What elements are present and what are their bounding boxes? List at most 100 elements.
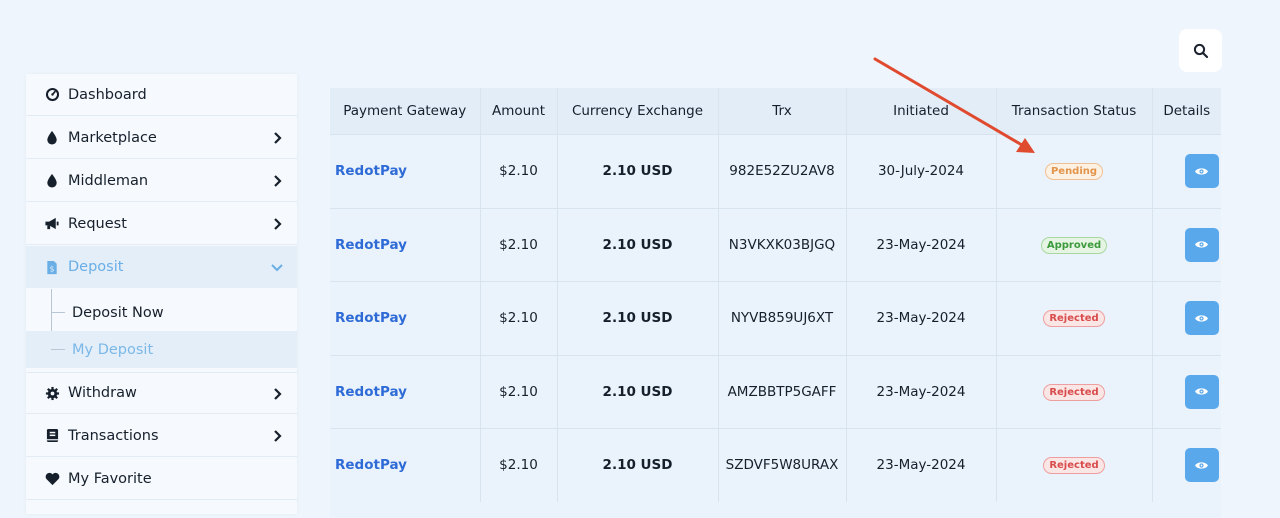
sidebar-item-deposit[interactable]: $ Deposit <box>26 246 297 288</box>
initiated-cell: 23-May-2024 <box>846 354 997 429</box>
chevron-right-icon <box>274 430 282 442</box>
view-details-button[interactable] <box>1184 154 1219 189</box>
eye-icon <box>1195 168 1209 175</box>
submenu-item-deposit-now[interactable]: Deposit Now <box>26 294 297 331</box>
initiated-cell: 23-May-2024 <box>846 207 997 282</box>
column-header: Currency Exchange <box>557 88 719 135</box>
megaphone-icon <box>44 216 60 232</box>
column-header: Payment Gateway <box>330 88 481 135</box>
sidebar-item-label: My Favorite <box>68 470 152 487</box>
sidebar-item-label: Request <box>68 215 127 232</box>
initiated-cell: 30-July-2024 <box>846 134 997 208</box>
trx-cell: NYVB859UJ6XT <box>718 281 847 355</box>
view-details-button[interactable] <box>1184 301 1219 336</box>
trx-cell: N3VKXK03BJGQ <box>718 207 847 282</box>
table-row: RedotPay $2.10 2.10 USD SZDVF5W8URAX 23-… <box>330 428 1221 502</box>
submenu-item-label: Deposit Now <box>72 304 164 321</box>
svg-text:$: $ <box>50 264 55 273</box>
view-details-button[interactable] <box>1184 227 1219 262</box>
deposits-table-container: Payment Gateway Amount Currency Exchange… <box>330 88 1221 518</box>
sidebar-item-my-favorite[interactable]: My Favorite <box>26 458 297 500</box>
amount-cell: $2.10 <box>480 281 558 355</box>
details-cell <box>1152 428 1221 502</box>
exchange-cell: 2.10 USD <box>557 428 719 502</box>
sidebar-item-request[interactable]: Request <box>26 203 297 245</box>
sidebar-item-middleman[interactable]: Middleman <box>26 160 297 202</box>
eye-icon <box>1195 241 1209 248</box>
trx-cell: AMZBBTP5GAFF <box>718 354 847 429</box>
table-row: RedotPay $2.10 2.10 USD AMZBBTP5GAFF 23-… <box>330 354 1221 429</box>
status-cell: Rejected <box>996 428 1153 502</box>
amount-cell: $2.10 <box>480 354 558 429</box>
column-header: Transaction Status <box>996 88 1153 135</box>
drop-icon <box>44 173 60 189</box>
sidebar-item-transactions[interactable]: Transactions <box>26 415 297 457</box>
column-header: Initiated <box>846 88 997 135</box>
sidebar-item-label: Withdraw <box>68 385 137 401</box>
exchange-cell: 2.10 USD <box>557 207 719 282</box>
sidebar-item-label: Deposit <box>68 259 124 275</box>
sidebar-item-withdraw[interactable]: Withdraw <box>26 372 297 414</box>
gateway-link[interactable]: RedotPay <box>330 354 481 429</box>
gateway-link[interactable]: RedotPay <box>330 207 481 282</box>
eye-icon <box>1195 388 1209 395</box>
initiated-cell: 23-May-2024 <box>846 428 997 502</box>
chevron-right-icon <box>274 388 282 400</box>
gateway-link[interactable]: RedotPay <box>330 428 481 502</box>
submenu-item-label: My Deposit <box>72 341 154 358</box>
details-cell <box>1152 207 1221 282</box>
chevron-right-icon <box>274 218 282 230</box>
amount-cell: $2.10 <box>480 428 558 502</box>
status-cell: Approved <box>996 207 1153 282</box>
search-icon <box>1193 43 1208 58</box>
eye-icon <box>1195 462 1209 469</box>
status-badge: Pending <box>1044 163 1104 181</box>
amount-cell: $2.10 <box>480 134 558 208</box>
exchange-cell: 2.10 USD <box>557 354 719 429</box>
trx-cell: 982E52ZU2AV8 <box>718 134 847 208</box>
column-header: Trx <box>718 88 847 135</box>
sidebar-item-label: Transactions <box>68 427 159 444</box>
amount-cell: $2.10 <box>480 207 558 282</box>
sidebar: Dashboard Marketplace Middleman Request … <box>26 74 297 514</box>
chevron-right-icon <box>274 132 282 144</box>
submenu-tick <box>51 312 65 313</box>
sidebar-item-marketplace[interactable]: Marketplace <box>26 117 297 159</box>
status-badge: Approved <box>1040 236 1108 254</box>
status-cell: Pending <box>996 134 1153 208</box>
column-header: Amount <box>480 88 558 135</box>
status-badge: Rejected <box>1043 457 1105 475</box>
sidebar-item-label: Marketplace <box>68 129 157 146</box>
gateway-link[interactable]: RedotPay <box>330 134 481 208</box>
submenu-item-my-deposit[interactable]: My Deposit <box>26 331 297 368</box>
table-row: RedotPay $2.10 2.10 USD NYVB859UJ6XT 23-… <box>330 281 1221 355</box>
sidebar-item-dashboard[interactable]: Dashboard <box>26 74 297 116</box>
drop-icon <box>44 130 60 146</box>
exchange-cell: 2.10 USD <box>557 281 719 355</box>
deposit-icon: $ <box>44 259 60 275</box>
status-badge: Rejected <box>1043 310 1105 328</box>
status-badge: Rejected <box>1043 383 1105 401</box>
eye-icon <box>1195 315 1209 322</box>
gateway-link[interactable]: RedotPay <box>330 281 481 355</box>
search-button[interactable] <box>1179 29 1222 72</box>
table-row: RedotPay $2.10 2.10 USD 982E52ZU2AV8 30-… <box>330 134 1221 208</box>
heart-icon <box>44 471 60 487</box>
table-header-row: Payment Gateway Amount Currency Exchange… <box>330 88 1221 135</box>
table-row: RedotPay $2.10 2.10 USD N3VKXK03BJGQ 23-… <box>330 207 1221 282</box>
book-icon <box>44 428 60 444</box>
deposits-table: Payment Gateway Amount Currency Exchange… <box>330 88 1221 502</box>
chevron-down-icon <box>271 264 283 272</box>
trx-cell: SZDVF5W8URAX <box>718 428 847 502</box>
submenu-tick <box>51 349 65 350</box>
column-header: Details <box>1152 88 1221 135</box>
sidebar-item-label: Dashboard <box>68 86 147 103</box>
exchange-cell: 2.10 USD <box>557 134 719 208</box>
status-cell: Rejected <box>996 354 1153 429</box>
view-details-button[interactable] <box>1184 448 1219 483</box>
view-details-button[interactable] <box>1184 374 1219 409</box>
chevron-right-icon <box>274 175 282 187</box>
gear-icon <box>44 385 60 401</box>
details-cell <box>1152 354 1221 429</box>
details-cell <box>1152 134 1221 208</box>
